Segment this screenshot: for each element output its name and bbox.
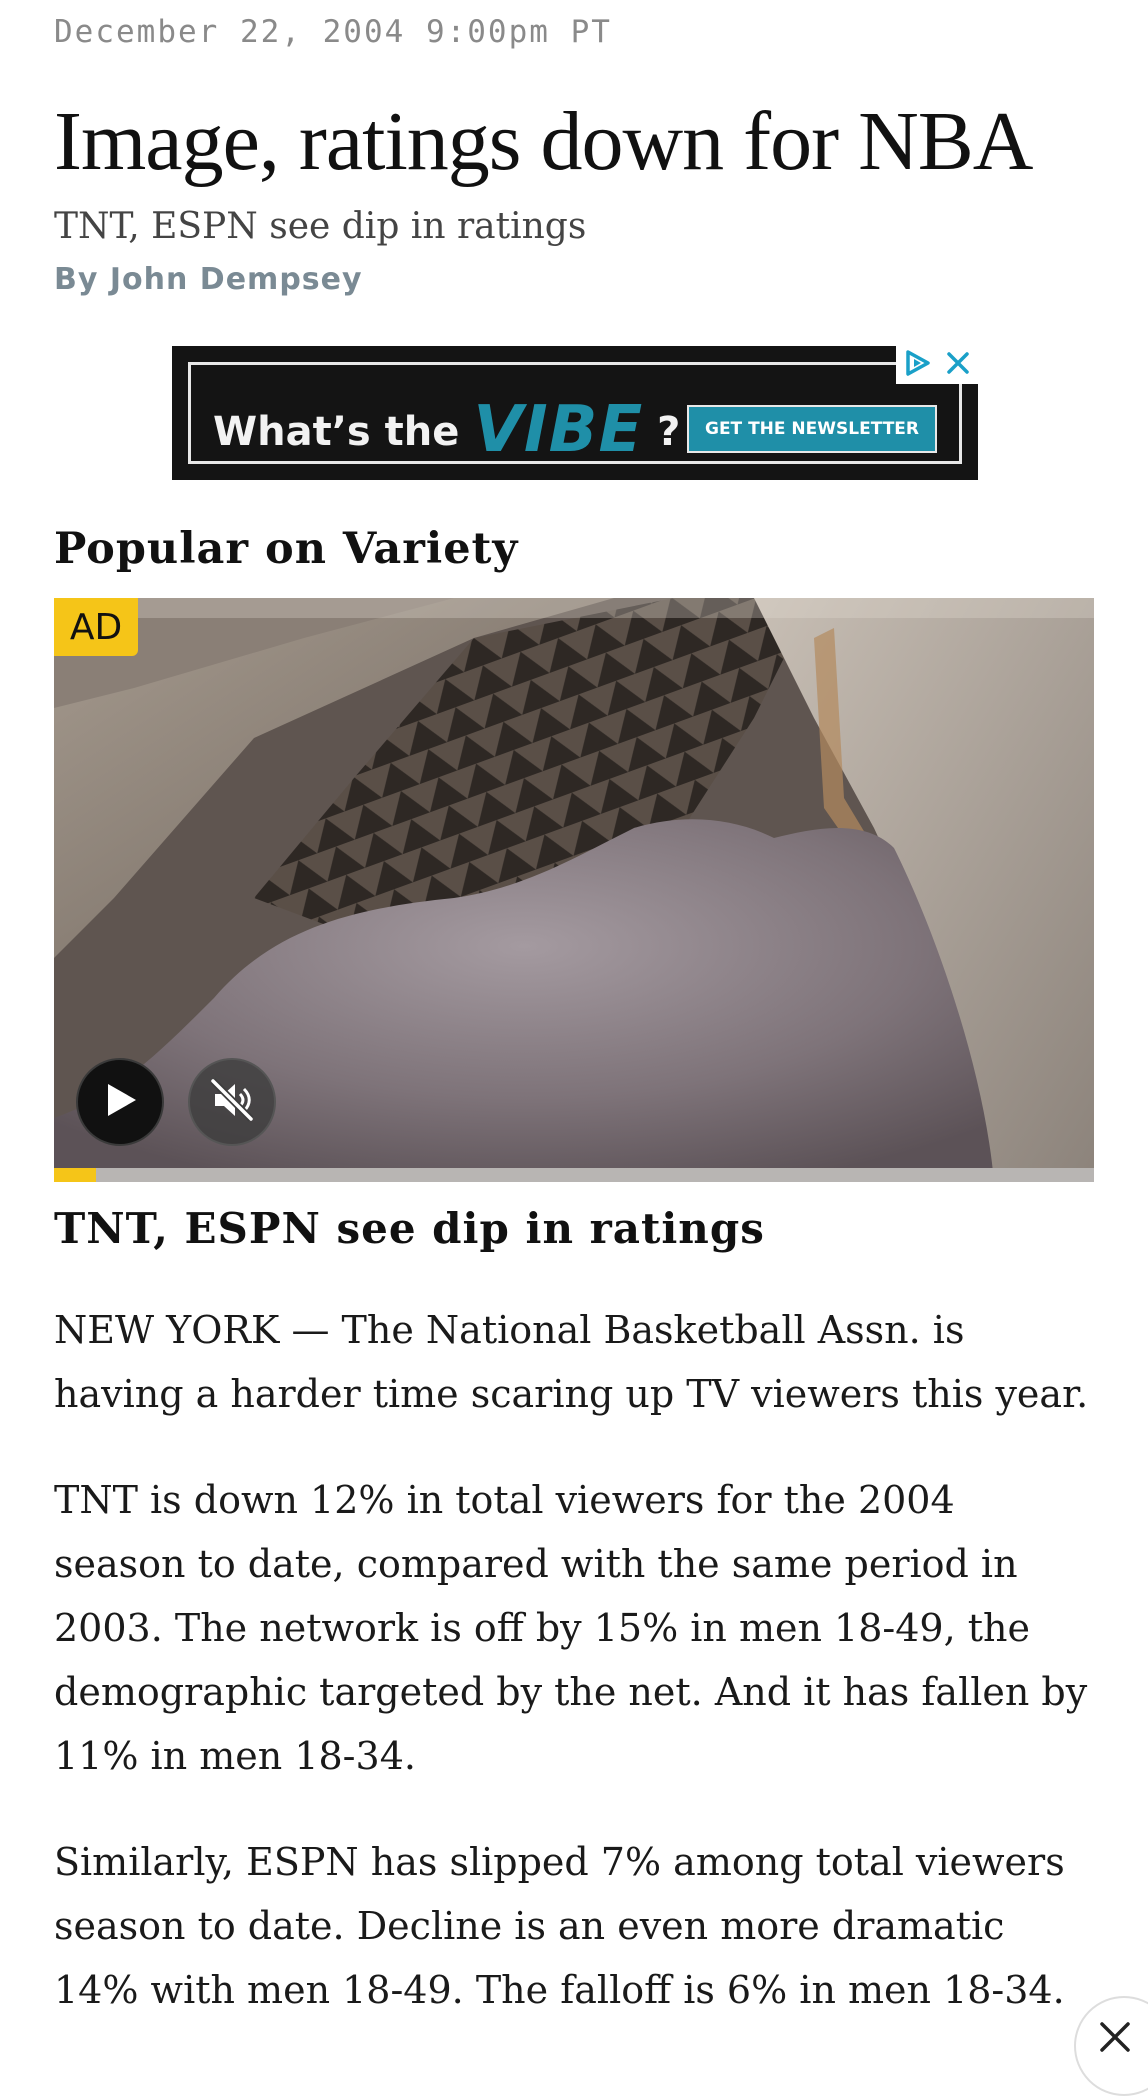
article-paragraph: Similarly, ESPN has slipped 7% among tot… [54,1840,1065,2012]
mute-icon [207,1075,257,1129]
article-paragraph: TNT is down 12% in total viewers for the… [54,1478,1088,1778]
article-paragraph: NEW YORK — The National Basketball Assn.… [54,1308,1089,1416]
ad-text-suffix: ? [657,409,681,455]
article-dateline: December 22, 2004 9:00pm PT [54,14,612,50]
article-headline: Image, ratings down for NBA [54,95,1033,188]
vibe-logo: VIBE [473,393,644,467]
video-title[interactable]: TNT, ESPN see dip in ratings [54,1204,765,1253]
ad-frame: What’s the VIBE ? GET THE NEWSLETTER [188,362,962,467]
ad-headline: What’s the VIBE ? [213,387,681,467]
video-player[interactable]: AD [54,598,1094,1182]
article-body: NEW YORK — The National Basketball Assn.… [54,1298,1094,2064]
play-icon [100,1080,140,1124]
close-icon [1098,2020,1132,2058]
ad-text-prefix: What’s the [213,409,460,455]
ad-badge: AD [54,598,138,656]
mute-button[interactable] [188,1058,276,1146]
video-progress-bar[interactable] [54,1168,1094,1182]
video-progress-fill [54,1168,96,1182]
author-link[interactable]: John Dempsey [110,262,363,297]
adchoices-icon[interactable] [902,348,932,382]
article-byline: By John Dempsey [54,262,363,297]
byline-prefix: By [54,262,110,297]
popular-section-title: Popular on Variety [54,524,519,574]
article-subheadline: TNT, ESPN see dip in ratings [54,206,587,247]
newsletter-cta-button[interactable]: GET THE NEWSLETTER [687,405,937,453]
newsletter-ad-banner[interactable]: What’s the VIBE ? GET THE NEWSLETTER [172,346,978,480]
play-button[interactable] [76,1058,164,1146]
ad-choices-bar [896,346,978,384]
close-icon[interactable] [944,349,972,381]
